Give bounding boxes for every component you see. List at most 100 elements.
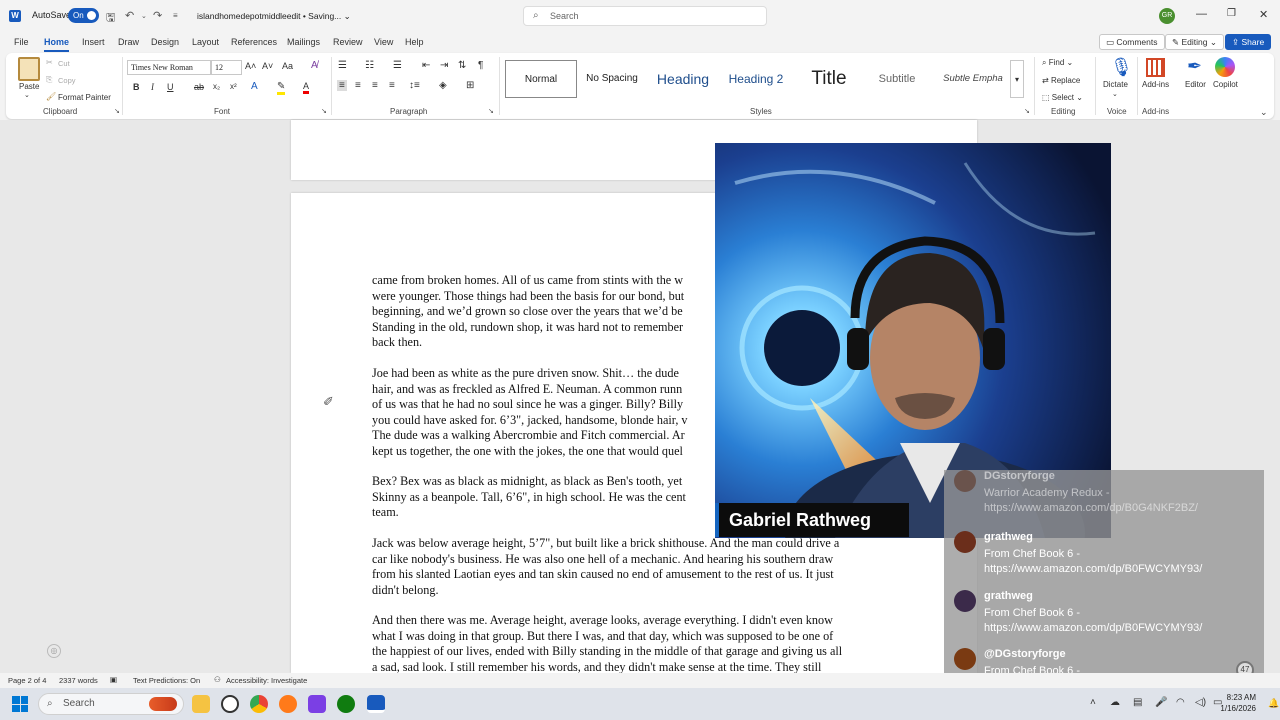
styles-launcher-icon[interactable]: ↘ xyxy=(1024,107,1030,115)
justify-icon[interactable]: ≡ xyxy=(389,80,395,91)
clock[interactable]: 8:23 AM 1/16/2026 xyxy=(1220,692,1256,714)
file-explorer-icon[interactable] xyxy=(192,695,210,713)
borders-icon[interactable]: ⊞ xyxy=(466,80,474,91)
style-title[interactable]: Title xyxy=(793,60,865,98)
multilevel-list-icon[interactable]: ☰ xyxy=(393,60,402,71)
copilot-icon[interactable] xyxy=(1215,57,1235,77)
paragraph[interactable]: And then there was me. Average height, a… xyxy=(372,613,892,673)
close-icon[interactable]: ✕ xyxy=(1259,8,1268,21)
editor-label[interactable]: Editor xyxy=(1185,80,1206,89)
align-center-icon[interactable]: ≡ xyxy=(355,80,361,91)
decrease-indent-icon[interactable]: ⇤ xyxy=(422,60,430,71)
font-color-icon[interactable]: A xyxy=(303,81,310,94)
focus-icon[interactable]: ◎ xyxy=(47,644,61,658)
word-taskbar-icon[interactable] xyxy=(367,695,385,713)
style-no-spacing[interactable]: No Spacing xyxy=(578,60,646,98)
style-subtle-emphasis[interactable]: Subtle Empha xyxy=(935,60,1011,98)
autosave-toggle[interactable]: On xyxy=(68,8,99,23)
chatgpt-icon[interactable] xyxy=(221,695,239,713)
clear-formatting-icon[interactable]: A̸ xyxy=(311,60,318,71)
document-name[interactable]: islandhomedepotmiddleedit • Saving... ⌄ xyxy=(197,11,351,22)
maximize-icon[interactable]: ❐ xyxy=(1227,8,1236,19)
strikethrough-icon[interactable]: ab xyxy=(194,82,204,92)
minimize-icon[interactable]: — xyxy=(1196,8,1207,20)
line-spacing-icon[interactable]: ↕≡ xyxy=(409,80,420,91)
style-normal[interactable]: Normal xyxy=(505,60,577,98)
taskbar-search[interactable]: ⌕ Search xyxy=(38,693,184,715)
onedrive-icon[interactable]: ☁ xyxy=(1110,697,1120,708)
format-painter-label[interactable]: Format Painter xyxy=(58,93,111,102)
show-marks-icon[interactable]: ¶ xyxy=(478,60,483,71)
shrink-font-icon[interactable]: A˅ xyxy=(262,61,273,71)
tab-view[interactable]: View xyxy=(374,37,393,47)
wifi-icon[interactable]: ◠ xyxy=(1176,697,1185,708)
undo-dropdown-icon[interactable]: ⌄ xyxy=(141,12,147,20)
pen-icon[interactable]: ✐ xyxy=(323,394,334,410)
tab-design[interactable]: Design xyxy=(151,37,179,47)
word-count[interactable]: 2337 words xyxy=(59,676,98,685)
accessibility-status[interactable]: Accessibility: Investigate xyxy=(226,676,307,685)
replace-button[interactable]: ⇄ Replace xyxy=(1042,76,1080,85)
comments-button[interactable]: ▭ Comments xyxy=(1099,34,1165,50)
obs-icon[interactable] xyxy=(308,695,326,713)
format-painter-icon[interactable]: 🖌 xyxy=(46,92,56,101)
highlight-icon[interactable]: ✎ xyxy=(277,81,286,95)
shading-icon[interactable]: ◈ xyxy=(439,80,447,91)
bold-icon[interactable]: B xyxy=(133,82,140,92)
editor-icon[interactable]: ✒ xyxy=(1187,56,1202,77)
align-right-icon[interactable]: ≡ xyxy=(372,80,378,91)
paste-label[interactable]: Paste xyxy=(19,82,39,91)
tab-layout[interactable]: Layout xyxy=(192,37,219,47)
search-box[interactable]: ⌕ Search xyxy=(523,6,767,26)
editing-mode-button[interactable]: ✎ Editing ⌄ xyxy=(1165,34,1224,50)
xbox-icon[interactable] xyxy=(337,695,355,713)
mic-tray-icon[interactable]: 🎤 xyxy=(1155,697,1167,708)
copilot-label[interactable]: Copilot xyxy=(1213,80,1238,89)
notification-icon[interactable]: 🔔 xyxy=(1268,698,1279,709)
customize-toolbar-icon[interactable]: ≡ xyxy=(173,11,178,20)
select-button[interactable]: ⬚ Select ⌄ xyxy=(1042,93,1083,102)
page-count[interactable]: Page 2 of 4 xyxy=(8,676,46,685)
media-player-icon[interactable] xyxy=(279,695,297,713)
increase-indent-icon[interactable]: ⇥ xyxy=(440,60,448,71)
tab-mailings[interactable]: Mailings xyxy=(287,37,320,47)
tab-insert[interactable]: Insert xyxy=(82,37,105,47)
styles-more-icon[interactable]: ▾ xyxy=(1010,60,1024,98)
tab-home[interactable]: Home xyxy=(44,37,70,52)
style-subtitle[interactable]: Subtitle xyxy=(866,60,928,98)
italic-icon[interactable]: I xyxy=(151,82,154,92)
add-ins-icon[interactable] xyxy=(1146,58,1165,77)
tab-help[interactable]: Help xyxy=(405,37,424,47)
microphone-icon[interactable]: 🎙 xyxy=(1110,57,1133,78)
undo-icon[interactable]: ↶ xyxy=(125,9,134,22)
volume-icon[interactable]: ◁) xyxy=(1195,697,1206,708)
tab-draw[interactable]: Draw xyxy=(118,37,139,47)
redo-icon[interactable]: ↷ xyxy=(153,9,162,22)
underline-icon[interactable]: U xyxy=(167,82,174,92)
text-effects-icon[interactable]: A xyxy=(251,81,258,92)
find-button[interactable]: ⌕ Find ⌄ xyxy=(1042,58,1073,68)
numbering-icon[interactable]: ☷ xyxy=(365,60,374,71)
paragraph-launcher-icon[interactable]: ↘ xyxy=(488,107,494,115)
text-predictions[interactable]: Text Predictions: On xyxy=(133,676,200,685)
add-ins-label[interactable]: Add-ins xyxy=(1142,80,1169,89)
save-icon[interactable]: 🖫 xyxy=(106,9,115,28)
font-launcher-icon[interactable]: ↘ xyxy=(321,107,327,115)
tab-file[interactable]: File xyxy=(14,37,29,47)
subscript-icon[interactable]: x₂ xyxy=(213,82,220,91)
style-heading[interactable]: Heading xyxy=(647,60,719,98)
style-heading-2[interactable]: Heading 2 xyxy=(720,60,792,98)
paste-dropdown-icon[interactable]: ⌄ xyxy=(24,91,30,99)
tray-app-icon[interactable]: ▤ xyxy=(1133,697,1142,708)
chrome-icon[interactable] xyxy=(250,695,268,713)
tab-references[interactable]: References xyxy=(231,37,277,47)
avatar[interactable]: GR xyxy=(1159,8,1175,24)
start-icon[interactable] xyxy=(12,696,28,712)
collapse-ribbon-icon[interactable]: ⌄ xyxy=(1260,107,1268,118)
grow-font-icon[interactable]: A˄ xyxy=(245,61,256,71)
clipboard-launcher-icon[interactable]: ↘ xyxy=(114,107,120,115)
tab-review[interactable]: Review xyxy=(333,37,363,47)
dictate-label[interactable]: Dictate xyxy=(1103,80,1128,89)
dictate-dropdown-icon[interactable]: ⌄ xyxy=(1112,90,1118,98)
bullets-icon[interactable]: ☰ xyxy=(338,60,347,71)
